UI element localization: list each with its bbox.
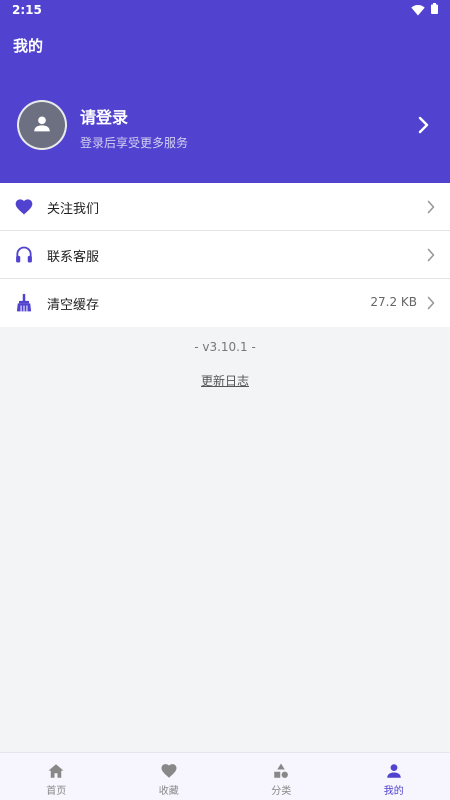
tab-label: 收藏	[158, 786, 179, 797]
chevron-right-icon	[427, 296, 435, 310]
tab-label: 首页	[46, 786, 67, 797]
cache-size: 27.2 KB	[370, 295, 417, 309]
tab-favorites[interactable]: 收藏	[113, 753, 226, 800]
menu-item-contact-support[interactable]: 联系客服	[0, 231, 450, 279]
heart-icon	[15, 199, 33, 215]
tab-mine[interactable]: 我的	[338, 753, 450, 800]
status-time: 2:15	[12, 3, 42, 17]
status-bar: 2:15	[0, 0, 450, 22]
app-version: - v3.10.1 -	[194, 340, 256, 354]
tab-categories[interactable]: 分类	[225, 753, 338, 800]
wifi-icon	[411, 5, 425, 16]
header: 2:15 我的 请登录 登录后享受更多服务	[0, 0, 450, 183]
login-card[interactable]: 请登录 登录后享受更多服务	[0, 96, 450, 156]
shapes-icon	[274, 763, 289, 778]
person-icon	[387, 764, 401, 778]
login-title: 请登录	[80, 108, 129, 127]
menu-item-label: 关注我们	[47, 202, 100, 217]
tab-label: 我的	[383, 786, 404, 797]
heart-icon	[161, 764, 177, 778]
broom-icon	[16, 293, 32, 312]
changelog-link[interactable]: 更新日志	[201, 374, 249, 388]
chevron-right-icon	[427, 200, 435, 214]
menu-item-follow-us[interactable]: 关注我们	[0, 183, 450, 231]
avatar[interactable]	[17, 100, 67, 150]
changelog-container: 更新日志	[0, 372, 450, 389]
menu-item-label: 联系客服	[47, 250, 100, 265]
settings-menu: 关注我们 联系客服 清空缓存 27.2 KB	[0, 183, 450, 327]
login-subtitle: 登录后享受更多服务	[80, 136, 189, 150]
home-icon	[48, 764, 64, 778]
tab-home[interactable]: 首页	[0, 753, 113, 800]
menu-item-clear-cache[interactable]: 清空缓存 27.2 KB	[0, 279, 450, 327]
headset-icon	[16, 246, 32, 263]
tab-label: 分类	[271, 786, 292, 797]
bottom-tab-bar: 首页 收藏 分类 我的	[0, 752, 450, 800]
person-icon	[34, 116, 50, 132]
menu-item-label: 清空缓存	[47, 298, 100, 313]
chevron-right-icon	[427, 248, 435, 262]
battery-icon	[431, 3, 438, 14]
page-title: 我的	[13, 37, 44, 55]
chevron-right-icon	[418, 116, 429, 134]
